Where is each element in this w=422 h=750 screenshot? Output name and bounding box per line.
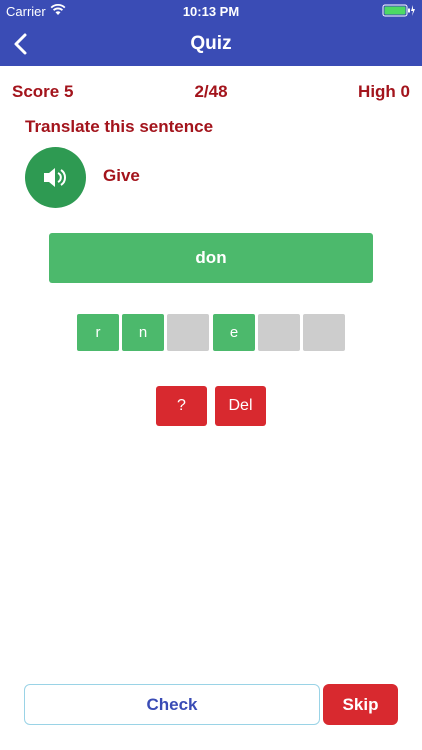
page-title: Quiz — [190, 33, 232, 54]
letter-tile[interactable]: e — [213, 314, 255, 351]
clock: 10:13 PM — [182, 4, 240, 19]
progress-counter: 2/48 — [194, 82, 228, 101]
stats-row: Score 5 2/48 High 0 — [12, 82, 410, 104]
play-audio-button[interactable] — [25, 147, 86, 208]
delete-button[interactable]: Del — [215, 386, 266, 426]
battery-icon — [382, 4, 416, 20]
letter-tile[interactable] — [303, 314, 345, 351]
letter-tile[interactable] — [167, 314, 209, 351]
skip-button[interactable]: Skip — [323, 684, 398, 725]
nav-bar: Quiz — [0, 22, 422, 66]
letter-tile[interactable]: n — [122, 314, 164, 351]
hint-button[interactable]: ? — [156, 386, 207, 426]
high-score-label: High 0 — [358, 82, 410, 101]
target-word: Give — [103, 166, 140, 185]
status-bar: Carrier 10:13 PM — [0, 0, 422, 22]
letter-tile[interactable] — [258, 314, 300, 351]
answer-display: don — [49, 233, 373, 283]
question-prompt: Translate this sentence — [25, 117, 214, 136]
speaker-icon — [44, 168, 67, 187]
letter-tile[interactable]: r — [77, 314, 119, 351]
check-button[interactable]: Check — [24, 684, 320, 725]
